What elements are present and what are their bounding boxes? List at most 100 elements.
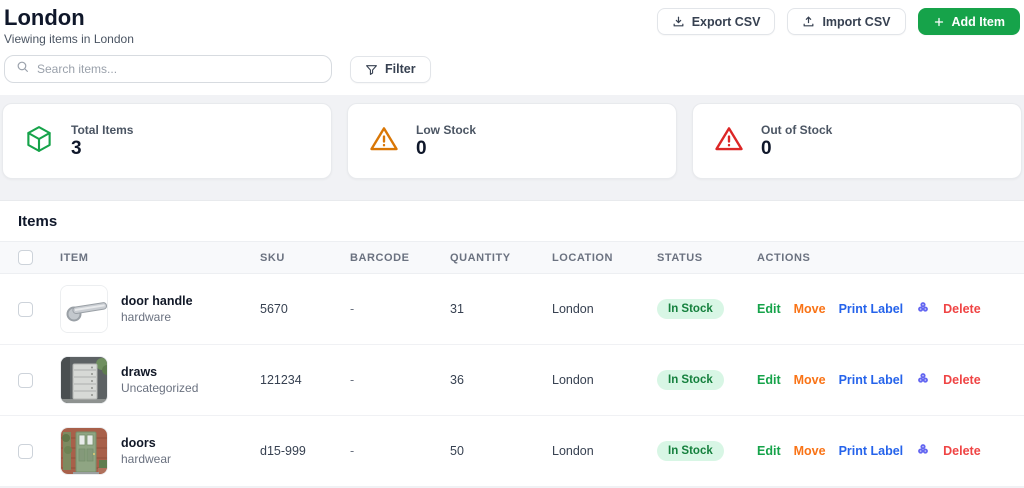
table-row: door handle hardware 5670 - 31 London In… bbox=[0, 274, 1024, 345]
column-header-item: ITEM bbox=[60, 251, 89, 264]
import-csv-button[interactable]: Import CSV bbox=[787, 8, 906, 35]
row-actions: Edit Move Print Label Delete bbox=[757, 300, 1024, 319]
green-door-photo bbox=[60, 427, 108, 475]
column-header-actions: ACTIONS bbox=[757, 251, 811, 264]
quantity-cell: 31 bbox=[450, 302, 464, 316]
edit-link[interactable]: Edit bbox=[757, 444, 781, 458]
search-input[interactable] bbox=[37, 62, 320, 76]
stat-label: Total Items bbox=[71, 122, 134, 137]
warning-triangle-red-icon bbox=[714, 124, 744, 159]
print-label-link[interactable]: Print Label bbox=[839, 373, 904, 387]
add-item-label: Add Item bbox=[951, 14, 1005, 29]
title-block: London Viewing items in London bbox=[4, 5, 134, 46]
move-link[interactable]: Move bbox=[794, 302, 826, 316]
status-badge: In Stock bbox=[657, 299, 724, 319]
stats-row: Total Items 3 Low Stock 0 Out of Stock 0 bbox=[0, 95, 1024, 200]
item-category: hardwear bbox=[121, 452, 172, 466]
package-icon bbox=[24, 124, 54, 159]
column-header-location: LOCATION bbox=[552, 251, 614, 264]
select-row-checkbox[interactable] bbox=[18, 301, 33, 317]
barcode-cell: - bbox=[350, 302, 355, 316]
filter-label: Filter bbox=[385, 62, 416, 76]
warning-triangle-amber-icon bbox=[369, 124, 399, 159]
location-cell: London bbox=[552, 444, 594, 458]
add-item-button[interactable]: Add Item bbox=[917, 8, 1020, 35]
stat-card-out-of-stock: Out of Stock 0 bbox=[692, 103, 1022, 179]
delete-link[interactable]: Delete bbox=[943, 302, 981, 316]
download-icon bbox=[672, 15, 685, 28]
column-header-quantity: QUANTITY bbox=[450, 251, 511, 264]
table-row: doors hardwear d15-999 - 50 London In St… bbox=[0, 416, 1024, 487]
stat-value: 0 bbox=[761, 137, 772, 159]
page-header: London Viewing items in London Export CS… bbox=[0, 0, 1024, 95]
barcode-cell: - bbox=[350, 444, 355, 458]
upload-icon bbox=[802, 15, 815, 28]
row-actions: Edit Move Print Label Delete bbox=[757, 371, 1024, 390]
column-header-status: STATUS bbox=[657, 251, 703, 264]
qr-code-icon[interactable] bbox=[916, 442, 930, 461]
inventory-page: London Viewing items in London Export CS… bbox=[0, 0, 1024, 487]
item-category: hardware bbox=[121, 310, 172, 324]
export-csv-label: Export CSV bbox=[691, 14, 761, 29]
search-icon bbox=[16, 60, 29, 78]
search-box[interactable] bbox=[4, 55, 332, 83]
filter-button[interactable]: Filter bbox=[350, 55, 431, 83]
stat-value: 3 bbox=[71, 137, 82, 159]
qr-code-icon[interactable] bbox=[916, 371, 930, 390]
select-all-checkbox[interactable] bbox=[18, 250, 33, 265]
item-text: draws Uncategorized bbox=[121, 365, 198, 395]
qr-code-icon[interactable] bbox=[916, 300, 930, 319]
item-name: draws bbox=[121, 365, 158, 379]
delete-link[interactable]: Delete bbox=[943, 373, 981, 387]
page-title: London bbox=[4, 5, 85, 30]
move-link[interactable]: Move bbox=[794, 373, 826, 387]
status-badge: In Stock bbox=[657, 370, 724, 390]
sku-cell: d15-999 bbox=[260, 444, 306, 458]
stat-card-low-stock: Low Stock 0 bbox=[347, 103, 677, 179]
table-header-row: ITEM SKU BARCODE QUANTITY LOCATION STATU… bbox=[0, 241, 1024, 274]
stat-value: 0 bbox=[416, 137, 427, 159]
filter-funnel-icon bbox=[365, 63, 378, 76]
items-section-title: Items bbox=[18, 213, 58, 230]
row-actions: Edit Move Print Label Delete bbox=[757, 442, 1024, 461]
item-text: doors hardwear bbox=[121, 436, 171, 466]
table-row: draws Uncategorized 121234 - 36 London I… bbox=[0, 345, 1024, 416]
print-label-link[interactable]: Print Label bbox=[839, 444, 904, 458]
toolbar: Filter bbox=[4, 55, 1022, 83]
select-row-checkbox[interactable] bbox=[18, 443, 33, 459]
stat-label: Low Stock bbox=[416, 122, 477, 137]
status-badge: In Stock bbox=[657, 441, 724, 461]
stat-text: Total Items 3 bbox=[71, 123, 133, 160]
move-link[interactable]: Move bbox=[794, 444, 826, 458]
item-category: Uncategorized bbox=[121, 381, 199, 395]
item-name: doors bbox=[121, 436, 156, 450]
edit-link[interactable]: Edit bbox=[757, 373, 781, 387]
delete-link[interactable]: Delete bbox=[943, 444, 981, 458]
print-label-link[interactable]: Print Label bbox=[839, 302, 904, 316]
export-csv-button[interactable]: Export CSV bbox=[656, 8, 776, 35]
sku-cell: 5670 bbox=[260, 302, 288, 316]
item-text: door handle hardware bbox=[121, 294, 193, 324]
location-cell: London bbox=[552, 302, 594, 316]
stat-card-total-items: Total Items 3 bbox=[2, 103, 332, 179]
sku-cell: 121234 bbox=[260, 373, 302, 387]
drawer-unit-photo bbox=[60, 356, 108, 404]
select-row-checkbox[interactable] bbox=[18, 372, 33, 388]
location-cell: London bbox=[552, 373, 594, 387]
quantity-cell: 50 bbox=[450, 444, 464, 458]
stat-label: Out of Stock bbox=[761, 122, 833, 137]
item-name: door handle bbox=[121, 294, 193, 308]
items-panel: Items ITEM SKU BARCODE QUANTITY LOCATION… bbox=[0, 200, 1024, 487]
barcode-cell: - bbox=[350, 373, 355, 387]
quantity-cell: 36 bbox=[450, 373, 464, 387]
door-handle-photo bbox=[60, 285, 108, 333]
page-subtitle: Viewing items in London bbox=[4, 32, 134, 46]
stat-text: Low Stock 0 bbox=[416, 123, 476, 160]
header-actions: Export CSV Import CSV Add Item bbox=[656, 8, 1020, 35]
plus-icon bbox=[933, 16, 945, 28]
edit-link[interactable]: Edit bbox=[757, 302, 781, 316]
column-header-sku: SKU bbox=[260, 251, 285, 264]
stat-text: Out of Stock 0 bbox=[761, 123, 832, 160]
column-header-barcode: BARCODE bbox=[350, 251, 410, 264]
import-csv-label: Import CSV bbox=[822, 14, 891, 29]
